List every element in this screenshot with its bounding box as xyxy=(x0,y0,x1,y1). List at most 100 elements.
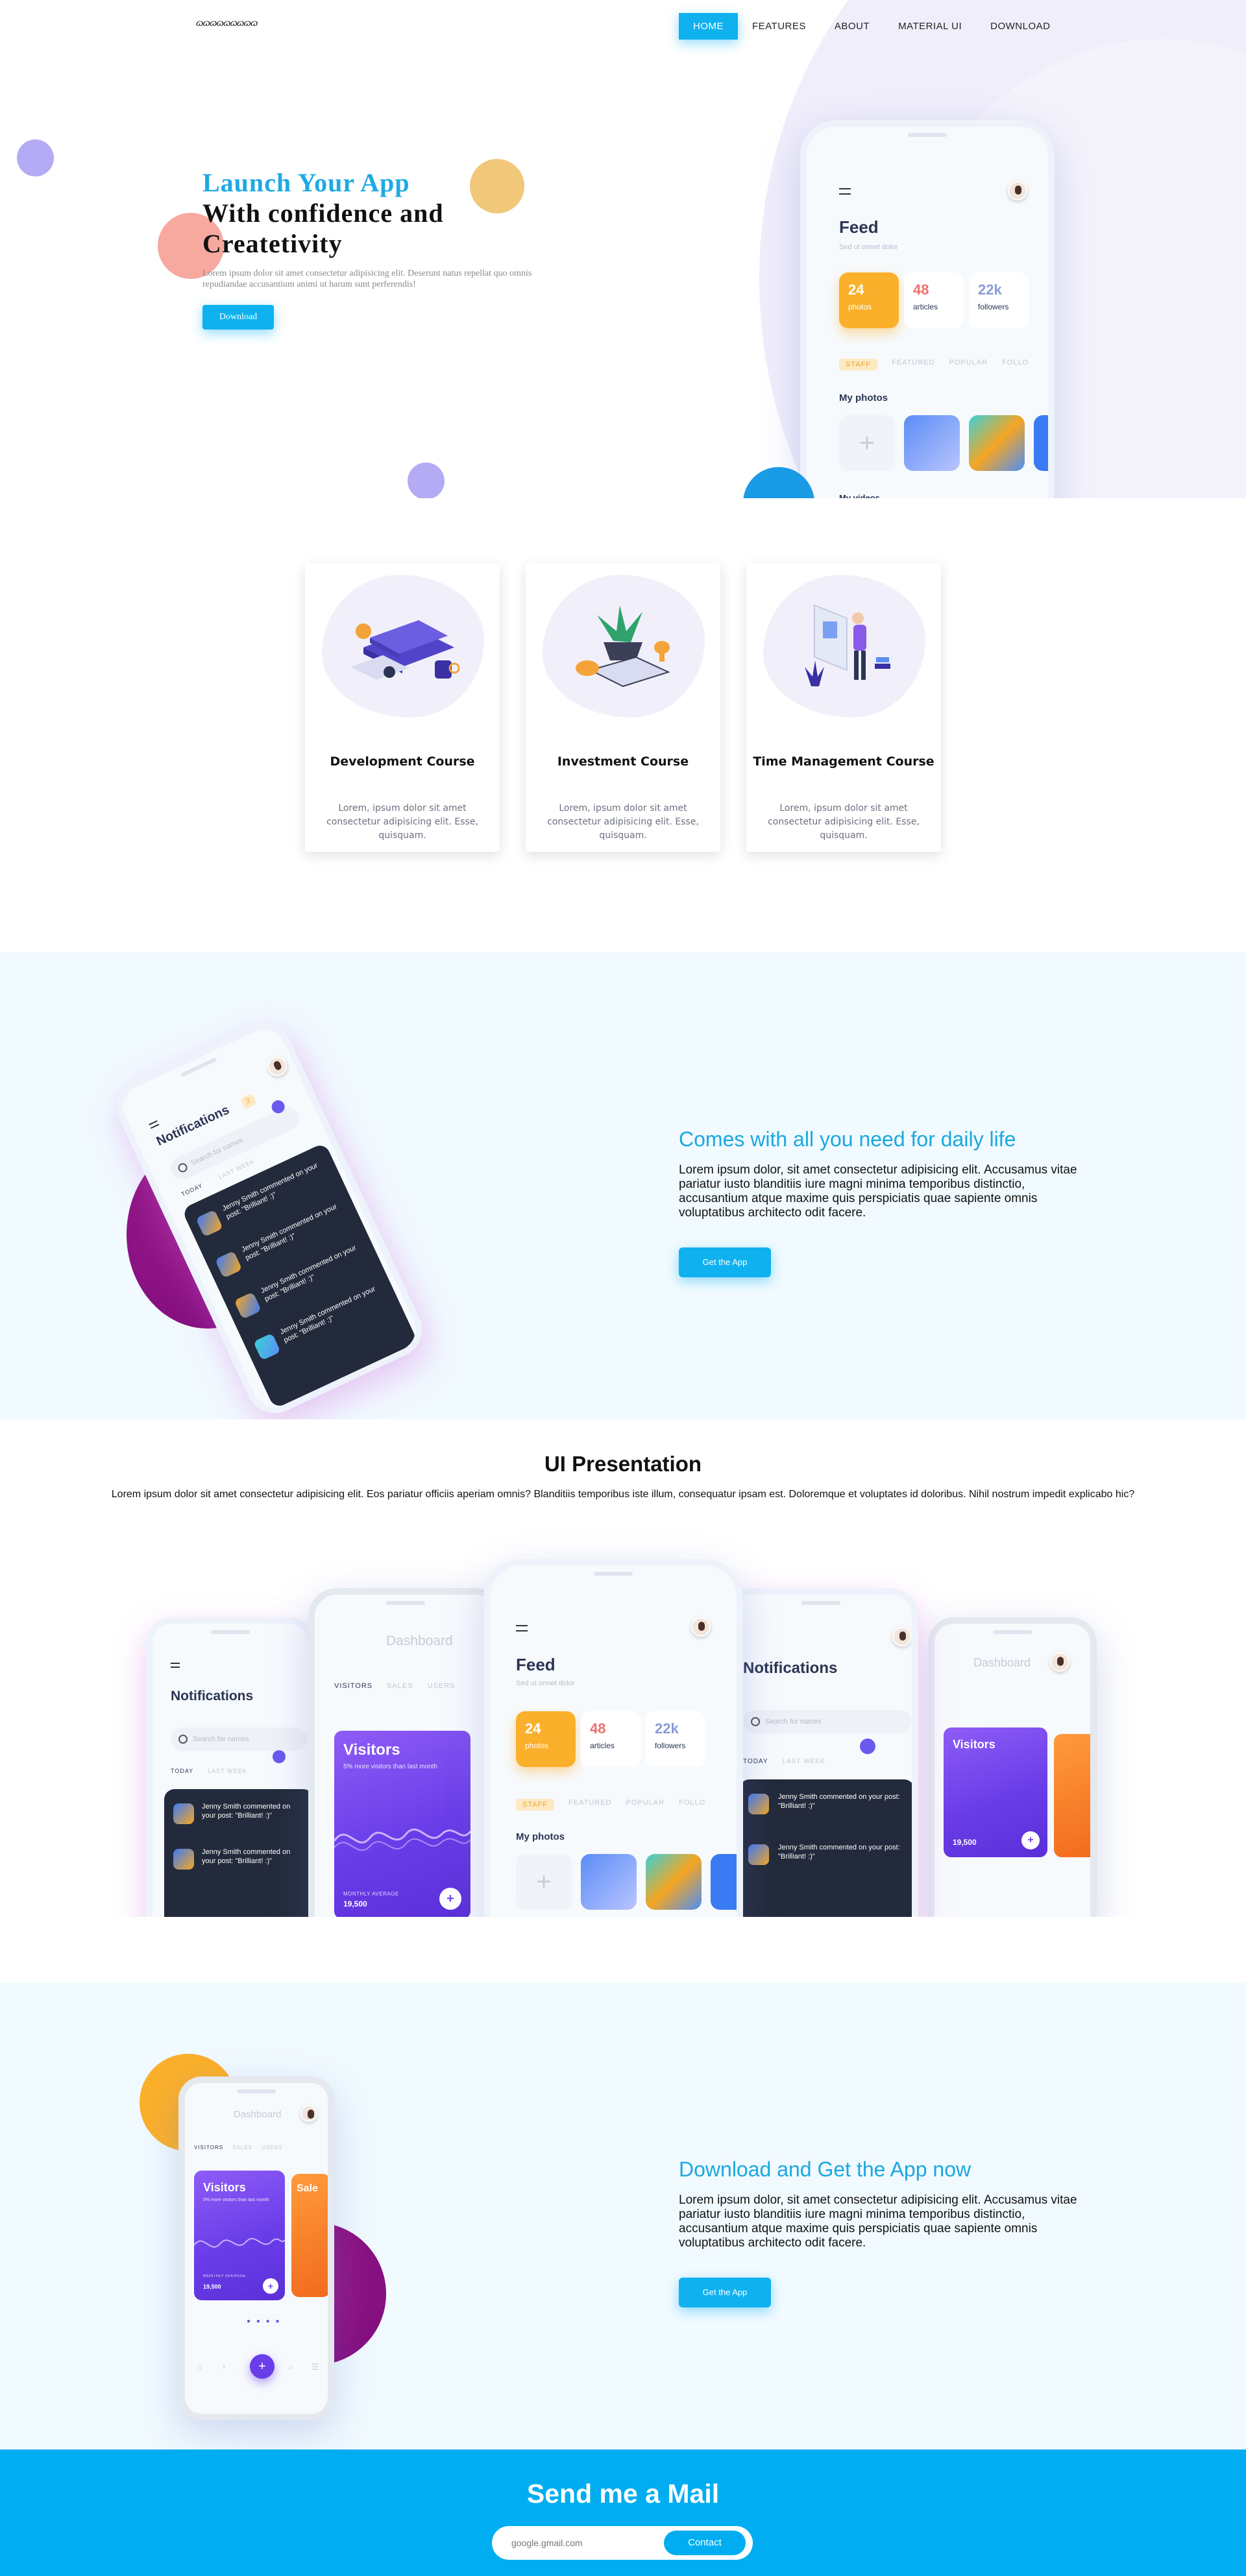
get-app-button[interactable]: Get the App xyxy=(679,1247,771,1277)
download-button[interactable]: Download xyxy=(202,305,274,330)
tab-following[interactable]: FOLLO xyxy=(679,1799,705,1811)
stat-photos: 24 photos xyxy=(516,1711,576,1767)
photo-thumbnail[interactable] xyxy=(711,1854,737,1910)
photo-thumbnail[interactable] xyxy=(581,1854,637,1910)
email-field[interactable] xyxy=(511,2526,654,2560)
download-body: Lorem ipsum dolor, sit amet consectetur … xyxy=(679,2193,1077,2250)
course-card-time-management[interactable]: Time Management Course Lorem, ipsum dolo… xyxy=(746,563,941,852)
stat-articles: 48 articles xyxy=(581,1711,641,1767)
notification-tabs: TODAY LAST WEEK xyxy=(743,1758,825,1765)
logo[interactable]: ɷɷɷɷɷɷɷɷɷ xyxy=(196,18,258,29)
feed-title: Feed xyxy=(839,217,879,237)
mail-form: Contact xyxy=(492,2526,753,2560)
dashboard-phone-mockup: Dashboard VISITORS SALES USERS Visitors … xyxy=(178,2076,334,2420)
course-card-development[interactable]: Development Course Lorem, ipsum dolor si… xyxy=(305,563,500,852)
photo-thumbnail[interactable] xyxy=(969,415,1025,471)
notification-text[interactable]: Jenny Smith commented on your post: "Bri… xyxy=(778,1792,901,1811)
get-app-button[interactable]: Get the App xyxy=(679,2278,771,2307)
tab-today[interactable]: TODAY xyxy=(171,1768,193,1774)
ui-presentation-section: UI Presentation Lorem ipsum dolor sit am… xyxy=(0,1419,1246,1984)
notification-text[interactable]: Jenny Smith commented on your post: "Bri… xyxy=(202,1848,306,1866)
tab-popular[interactable]: POPULAR xyxy=(626,1799,665,1811)
pager-dots[interactable]: ● ● ● ● xyxy=(247,2318,282,2325)
tab-staff[interactable]: STAFF xyxy=(839,359,878,370)
course-card-investment[interactable]: Investment Course Lorem, ipsum dolor sit… xyxy=(526,563,720,852)
nav-download[interactable]: DOWNLOAD xyxy=(976,13,1064,40)
tab-following[interactable]: FOLLO xyxy=(1002,359,1029,370)
tab-staff[interactable]: STAFF xyxy=(516,1799,555,1811)
tab-featured[interactable]: FEATURED xyxy=(892,359,934,370)
search-input[interactable]: Search for names xyxy=(171,1727,307,1751)
contact-button[interactable]: Contact xyxy=(664,2531,746,2555)
visitors-wave-graph xyxy=(334,1828,470,1851)
notification-text[interactable]: Jenny Smith commented on your post: "Bri… xyxy=(278,1282,386,1345)
notification-text[interactable]: Jenny Smith commented on your post: "Bri… xyxy=(778,1843,901,1861)
tab-visitors[interactable]: VISITORS xyxy=(194,2145,223,2150)
photo-thumbnail[interactable] xyxy=(904,415,960,471)
stat-label: articles xyxy=(913,302,938,311)
visitors-card[interactable]: Visitors 5% more visitors than last mont… xyxy=(194,2171,285,2300)
avatar xyxy=(691,1617,711,1637)
search-icon[interactable]: ⌕ xyxy=(289,2362,293,2372)
visitors-card[interactable]: Visitors 19,500 + xyxy=(944,1727,1047,1857)
notification-icon xyxy=(748,1794,769,1814)
fab-add-button[interactable]: + xyxy=(250,2354,275,2379)
visitors-card-title: Visitors xyxy=(203,2181,246,2194)
tab-last-week[interactable]: LAST WEEK xyxy=(783,1758,825,1765)
course-description: Lorem, ipsum dolor sit amet consectetur … xyxy=(326,803,478,841)
notification-icon xyxy=(253,1332,281,1361)
menu-icon xyxy=(171,1663,180,1668)
home-icon[interactable]: ⌂ xyxy=(197,2362,202,2372)
add-button[interactable]: + xyxy=(263,2278,278,2294)
add-photo-button[interactable]: + xyxy=(839,415,895,471)
tab-featured[interactable]: FEATURED xyxy=(568,1799,611,1811)
sales-card[interactable] xyxy=(1054,1734,1090,1857)
tab-visitors[interactable]: VISITORS xyxy=(334,1682,373,1690)
course-title: Investment Course xyxy=(557,754,689,769)
books-illustration xyxy=(350,620,460,680)
decor-circle-purple-small xyxy=(408,463,445,498)
add-button[interactable]: + xyxy=(439,1888,461,1910)
tab-popular[interactable]: POPULAR xyxy=(949,359,988,370)
stat-label: followers xyxy=(655,1741,686,1750)
phone-notch xyxy=(180,1057,217,1077)
notification-tabs: TODAY LAST WEEK xyxy=(171,1768,247,1774)
presentation-intro: Lorem ipsum dolor sit amet consectetur a… xyxy=(111,1489,1135,1500)
notifications-list: Jenny Smith commented on your post: "Bri… xyxy=(181,1142,419,1410)
tab-sales[interactable]: SALES xyxy=(232,2145,252,2150)
presentation-fade xyxy=(0,1917,1246,1984)
notification-text[interactable]: Jenny Smith commented on your post: "Bri… xyxy=(202,1802,306,1820)
photo-thumbnail[interactable] xyxy=(646,1854,702,1910)
chart-icon[interactable]: ◔ xyxy=(221,2362,226,2372)
tab-today[interactable]: TODAY xyxy=(743,1758,768,1765)
plant-illustration xyxy=(576,605,670,688)
nav-material-ui[interactable]: MATERIAL UI xyxy=(884,13,976,40)
tab-sales[interactable]: SALES xyxy=(387,1682,413,1690)
phone-notch xyxy=(908,133,947,137)
hero-kicker: Launch Your App xyxy=(202,168,410,197)
feature-section: Notifications 2 Search for names TODAY L… xyxy=(0,952,1246,1419)
notification-icon xyxy=(214,1250,243,1279)
my-videos-heading: My videos xyxy=(839,493,880,498)
visitors-card-value: 19,500 xyxy=(203,2283,221,2290)
avatar xyxy=(264,1053,291,1079)
avatar xyxy=(892,1627,912,1646)
add-photo-button[interactable]: + xyxy=(516,1854,572,1910)
sales-card[interactable]: Sale xyxy=(291,2174,328,2297)
mail-section: Send me a Mail Contact xyxy=(0,2450,1246,2576)
tab-users[interactable]: USERS xyxy=(428,1682,456,1690)
settings-icon[interactable]: ☰ xyxy=(312,2362,319,2372)
tab-users[interactable]: USERS xyxy=(262,2145,283,2150)
search-input[interactable]: Search for names xyxy=(743,1710,912,1733)
nav-home[interactable]: HOME xyxy=(679,13,738,40)
nav-features[interactable]: FEATURES xyxy=(738,13,820,40)
visitors-card[interactable]: Visitors 5% more visitors than last mont… xyxy=(334,1731,470,1919)
photo-thumbnail[interactable] xyxy=(1034,415,1048,471)
stat-value: 48 xyxy=(913,282,929,298)
add-button[interactable]: + xyxy=(1021,1831,1040,1849)
nav-about[interactable]: ABOUT xyxy=(820,13,884,40)
download-section: Dashboard VISITORS SALES USERS Visitors … xyxy=(0,1982,1246,2450)
tab-today[interactable]: TODAY xyxy=(180,1182,204,1198)
tab-last-week[interactable]: LAST WEEK xyxy=(208,1768,247,1774)
dashboard-phone-right: Dashboard Visitors 19,500 + xyxy=(928,1617,1097,1942)
